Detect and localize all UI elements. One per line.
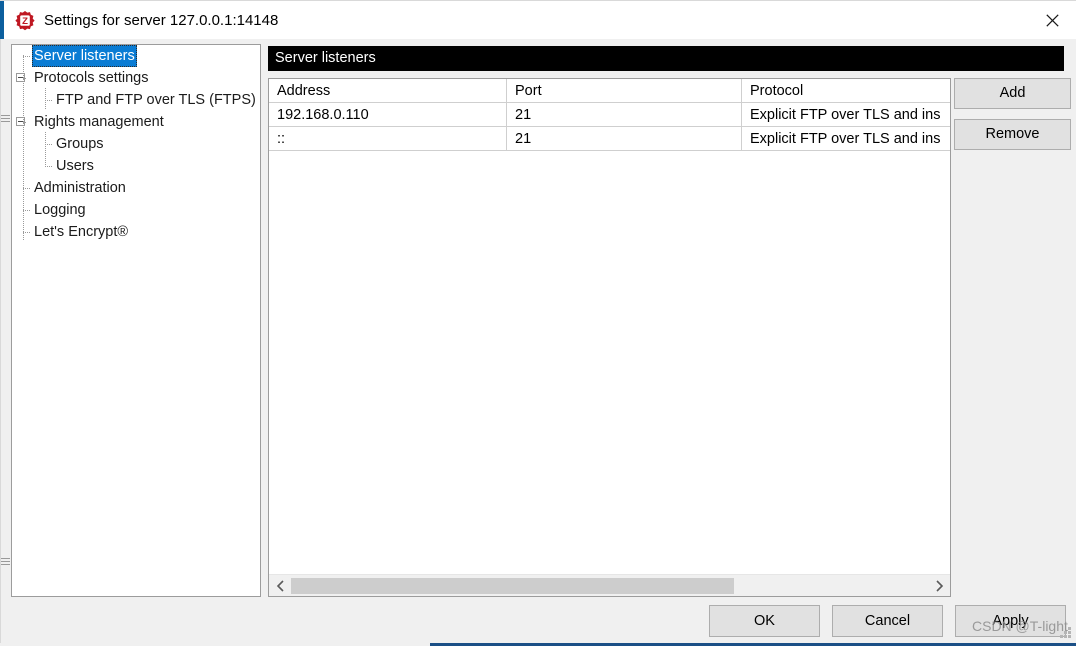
sidebar-item-server-listeners[interactable]: Server listeners	[12, 45, 260, 67]
tree-guide	[23, 210, 31, 211]
listeners-table[interactable]: Address Port Protocol 192.168.0.110 21 E…	[268, 78, 951, 597]
add-listener-button[interactable]: Add	[954, 78, 1071, 109]
sidebar-item-label: Groups	[56, 136, 104, 152]
table-header-row: Address Port Protocol	[269, 79, 950, 103]
cell-protocol: Explicit FTP over TLS and ins	[750, 107, 941, 123]
resize-grip[interactable]	[1059, 627, 1072, 640]
sidebar-item-rights-management[interactable]: Rights management	[12, 111, 260, 133]
sidebar-item-label: Administration	[34, 180, 126, 196]
sidebar-item-label: FTP and FTP over TLS (FTPS)	[56, 92, 256, 108]
column-header-protocol[interactable]: Protocol	[742, 79, 949, 102]
tree-guide	[45, 144, 53, 145]
tree-guide	[23, 232, 31, 233]
window-left-edge	[0, 39, 10, 646]
chevron-right-icon[interactable]	[928, 575, 950, 597]
tree-guide	[23, 78, 27, 79]
cell-protocol: Explicit FTP over TLS and ins	[750, 131, 941, 147]
cancel-button[interactable]: Cancel	[832, 605, 943, 637]
sidebar-item-label: Users	[56, 158, 94, 174]
sidebar-item-administration[interactable]: Administration	[12, 177, 260, 199]
filezilla-icon: Z	[14, 10, 36, 32]
sidebar-item-protocols-settings[interactable]: Protocols settings	[12, 67, 260, 89]
sidebar-item-label: Logging	[34, 202, 86, 218]
table-row[interactable]: 192.168.0.110 21 Explicit FTP over TLS a…	[269, 103, 950, 127]
tree-guide	[45, 132, 46, 165]
tree-guide	[23, 188, 31, 189]
sidebar-item-label: Protocols settings	[34, 70, 149, 86]
edge-tick	[1, 115, 10, 116]
cell-port: 21	[507, 127, 742, 150]
column-header-address[interactable]: Address	[269, 79, 507, 102]
close-button[interactable]	[1028, 1, 1076, 40]
window-title: Settings for server 127.0.0.1:14148	[44, 12, 279, 29]
tree-guide	[45, 100, 53, 101]
tree-guide	[23, 56, 31, 57]
edge-tick	[1, 118, 10, 119]
window-accent-strip	[0, 1, 4, 40]
cell-address: 192.168.0.110	[269, 103, 507, 126]
edge-tick	[1, 558, 10, 559]
scrollbar-thumb[interactable]	[291, 577, 734, 594]
ok-button[interactable]: OK	[709, 605, 820, 637]
tree-guide	[23, 122, 27, 123]
sidebar-item-logging[interactable]: Logging	[12, 199, 260, 221]
settings-tree[interactable]: Server listeners Protocols settings FTP an…	[11, 44, 261, 597]
title-bar: Z Settings for server 127.0.0.1:14148	[0, 0, 1076, 40]
table-horizontal-scrollbar[interactable]	[269, 574, 950, 596]
edge-tick	[1, 564, 10, 565]
cell-address: ::	[269, 127, 507, 150]
table-row[interactable]: :: 21 Explicit FTP over TLS and ins	[269, 127, 950, 151]
remove-listener-button[interactable]: Remove	[954, 119, 1071, 150]
table-empty-area	[269, 152, 950, 574]
scrollbar-track[interactable]	[291, 574, 928, 596]
apply-button[interactable]: Apply	[955, 605, 1066, 637]
sidebar-item-label: Rights management	[34, 114, 164, 130]
edge-tick	[1, 121, 10, 122]
close-icon	[1045, 14, 1059, 27]
tree-guide	[45, 166, 53, 167]
sidebar-item-label: Server listeners	[32, 45, 137, 67]
column-header-port[interactable]: Port	[507, 79, 742, 102]
tree-guide	[45, 88, 46, 110]
settings-dialog: Z Settings for server 127.0.0.1:14148 Se…	[0, 0, 1076, 646]
table-rows-container: Address Port Protocol 192.168.0.110 21 E…	[269, 79, 950, 151]
cell-port: 21	[507, 103, 742, 126]
sidebar-item-label: Let's Encrypt®	[34, 224, 129, 240]
chevron-left-icon[interactable]	[269, 575, 291, 597]
sidebar-item-let-s-encrypt[interactable]: Let's Encrypt®	[12, 221, 260, 243]
svg-text:Z: Z	[22, 16, 28, 27]
tree-guide	[23, 55, 24, 241]
edge-tick	[1, 561, 10, 562]
content-header-title: Server listeners	[268, 46, 1064, 71]
